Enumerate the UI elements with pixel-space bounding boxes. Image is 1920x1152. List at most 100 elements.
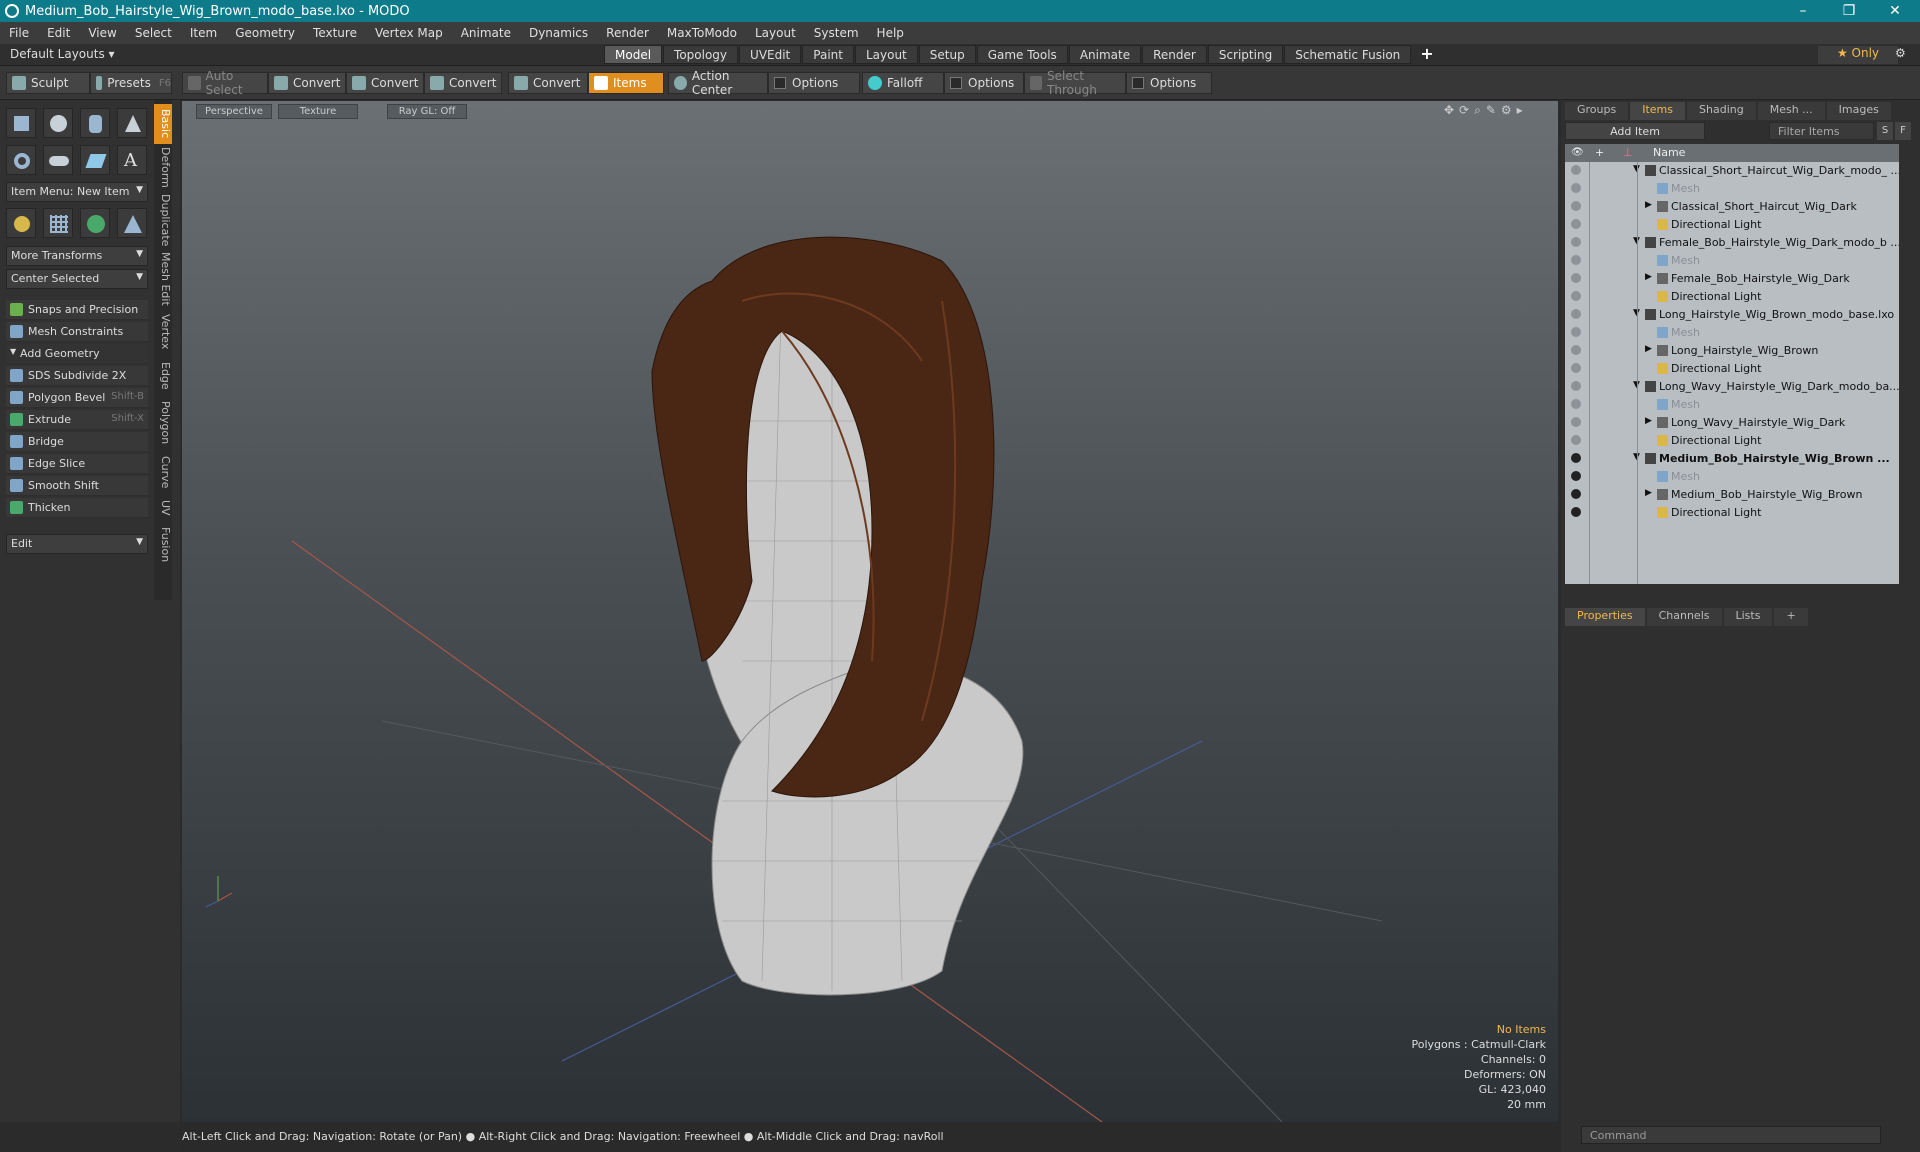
vtab-duplicate[interactable]: Duplicate xyxy=(154,192,172,248)
vtab-basic[interactable]: Basic xyxy=(154,104,172,144)
tab-properties[interactable]: Properties xyxy=(1565,608,1645,626)
presets-button[interactable]: Presets F6 xyxy=(90,72,172,94)
filter-s-button[interactable]: S xyxy=(1877,122,1893,140)
tree-row[interactable]: Mesh xyxy=(1565,324,1899,342)
snaps-precision-button[interactable]: Snaps and Precision xyxy=(6,300,148,320)
options-checkbox[interactable] xyxy=(1132,77,1144,89)
command-input[interactable]: Command xyxy=(1581,1126,1881,1144)
select-through-options[interactable]: Options xyxy=(1126,72,1212,94)
collapse-arrow-icon[interactable]: ▶ xyxy=(1645,416,1652,426)
menu-item[interactable]: Item xyxy=(181,26,226,40)
name-column-header[interactable]: Name xyxy=(1653,146,1685,159)
cylinder-icon[interactable] xyxy=(80,108,110,138)
visibility-eye-icon[interactable] xyxy=(1571,435,1581,445)
bridge-button[interactable]: Bridge xyxy=(6,432,148,452)
vtab-vertex[interactable]: Vertex xyxy=(154,310,172,354)
collapse-arrow-icon[interactable]: ▶ xyxy=(1645,344,1652,354)
sculpt-button[interactable]: Sculpt xyxy=(6,72,90,94)
visibility-eye-icon[interactable] xyxy=(1571,255,1581,265)
convert-polygon-button[interactable]: Convert xyxy=(424,72,502,94)
tree-row[interactable]: Directional Light xyxy=(1565,360,1899,378)
vtab-deform[interactable]: Deform xyxy=(154,146,172,188)
tree-row[interactable]: Mesh xyxy=(1565,252,1899,270)
sds-subdivide-button[interactable]: SDS Subdivide 2X xyxy=(6,366,148,386)
options-checkbox[interactable] xyxy=(774,77,786,89)
add-geometry-header[interactable]: ▼ Add Geometry xyxy=(6,344,148,364)
tab-shading[interactable]: Shading xyxy=(1687,102,1756,120)
default-layouts-dropdown[interactable]: Default Layouts ▾ xyxy=(10,47,115,61)
close-button[interactable]: ✕ xyxy=(1872,0,1918,22)
perspective-button[interactable]: Perspective xyxy=(196,104,272,119)
more-transforms-dropdown[interactable]: More Transforms ▼ xyxy=(6,246,148,266)
tab-game-tools[interactable]: Game Tools xyxy=(976,45,1068,64)
lock-icon[interactable]: + xyxy=(1595,146,1604,159)
tab-setup[interactable]: Setup xyxy=(918,45,976,64)
visibility-eye-icon[interactable] xyxy=(1571,489,1581,499)
only-toggle[interactable]: ★ Only xyxy=(1818,46,1898,64)
action-center-options[interactable]: Options xyxy=(768,72,860,94)
viewport-nav-icons[interactable]: ✥⟳⌕✎⚙▸ xyxy=(1444,103,1528,118)
torus-icon[interactable] xyxy=(6,145,36,175)
tab-render[interactable]: Render xyxy=(1142,45,1207,64)
menu-geometry[interactable]: Geometry xyxy=(226,26,304,40)
visibility-eye-icon[interactable] xyxy=(1571,309,1581,319)
tree-row[interactable]: Directional Light xyxy=(1565,216,1899,234)
text-icon[interactable]: A xyxy=(117,145,147,175)
globe-icon[interactable] xyxy=(80,208,110,238)
prism-icon[interactable] xyxy=(117,208,147,238)
action-center-button[interactable]: Action Center xyxy=(668,69,768,97)
visibility-eye-icon[interactable] xyxy=(1571,381,1581,391)
vtab-mesh-edit[interactable]: Mesh Edit xyxy=(154,252,172,306)
items-mode-button[interactable]: Items xyxy=(588,72,664,94)
collapse-arrow-icon[interactable]: ▶ xyxy=(1645,488,1652,498)
vtab-fusion[interactable]: Fusion xyxy=(154,524,172,566)
convert-item-button[interactable]: Convert xyxy=(508,72,588,94)
menu-maxtomodo[interactable]: MaxToModo xyxy=(658,26,746,40)
select-through-button[interactable]: Select Through xyxy=(1024,69,1126,97)
menu-dynamics[interactable]: Dynamics xyxy=(520,26,597,40)
texture-button[interactable]: Texture xyxy=(278,104,358,119)
vtab-polygon[interactable]: Polygon xyxy=(154,398,172,448)
visibility-eye-icon[interactable] xyxy=(1571,471,1581,481)
visibility-eye-icon[interactable] xyxy=(1571,201,1581,211)
tree-row[interactable]: Directional Light xyxy=(1565,288,1899,306)
visibility-eye-icon[interactable] xyxy=(1571,507,1581,517)
visibility-eye-icon[interactable] xyxy=(1571,237,1581,247)
minimize-button[interactable]: – xyxy=(1780,0,1826,22)
gear-icon[interactable]: ⚙ xyxy=(1895,46,1906,60)
tab-paint[interactable]: Paint xyxy=(802,45,854,64)
item-menu-dropdown[interactable]: Item Menu: New Item ▼ xyxy=(6,182,148,202)
tab-topology[interactable]: Topology xyxy=(663,45,739,64)
cone-icon[interactable] xyxy=(117,108,147,138)
visibility-eye-icon[interactable] xyxy=(1571,417,1581,427)
menu-animate[interactable]: Animate xyxy=(452,26,520,40)
tab-items[interactable]: Items xyxy=(1630,102,1686,120)
tab-animate[interactable]: Animate xyxy=(1068,45,1142,64)
menu-vertex-map[interactable]: Vertex Map xyxy=(366,26,452,40)
locator-icon[interactable] xyxy=(6,208,36,238)
menu-view[interactable]: View xyxy=(79,26,125,40)
add-item-button[interactable]: Add Item xyxy=(1565,122,1705,140)
tree-row[interactable]: Directional Light xyxy=(1565,504,1899,522)
collapse-arrow-icon[interactable]: ▶ xyxy=(1645,200,1652,210)
tree-row[interactable]: ▼Long_Hairstyle_Wig_Brown_modo_base.lxo xyxy=(1565,306,1899,324)
menu-system[interactable]: System xyxy=(805,26,868,40)
visibility-eye-icon[interactable] xyxy=(1571,273,1581,283)
menu-file[interactable]: File xyxy=(0,26,38,40)
polygon-bevel-button[interactable]: Polygon Bevel Shift-B xyxy=(6,388,148,408)
convert-vertex-button[interactable]: Convert xyxy=(268,72,346,94)
auto-select-button[interactable]: Auto Select xyxy=(182,69,268,97)
visibility-eye-icon[interactable] xyxy=(1571,183,1581,193)
tab-mesh[interactable]: Mesh ... xyxy=(1757,102,1825,120)
menu-select[interactable]: Select xyxy=(126,26,181,40)
tab-model[interactable]: Model xyxy=(604,45,663,64)
vtab-uv[interactable]: UV xyxy=(154,496,172,520)
tab-channels[interactable]: Channels xyxy=(1646,608,1722,626)
extrude-button[interactable]: Extrude Shift-X xyxy=(6,410,148,430)
visibility-eye-icon[interactable] xyxy=(1571,165,1581,175)
smooth-shift-button[interactable]: Smooth Shift xyxy=(6,476,148,496)
menu-texture[interactable]: Texture xyxy=(304,26,366,40)
mesh-constraints-button[interactable]: Mesh Constraints xyxy=(6,322,148,342)
tree-row[interactable]: ▼Female_Bob_Hairstyle_Wig_Dark_modo_b ..… xyxy=(1565,234,1899,252)
pen-icon[interactable] xyxy=(80,145,110,175)
